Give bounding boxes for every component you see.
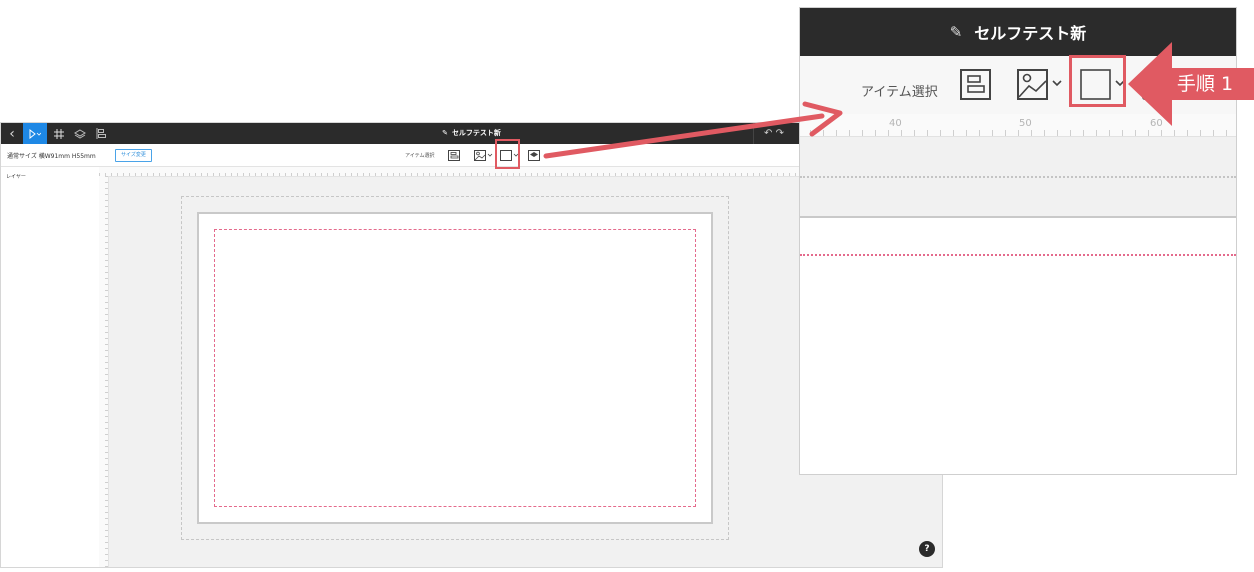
item-select-label: アイテム選択 bbox=[405, 153, 435, 159]
size-label: 通常サイズ 横W91mm H55mm bbox=[7, 153, 96, 160]
ruler-left bbox=[99, 176, 109, 567]
pencil-icon: ✎ bbox=[442, 129, 448, 137]
editor-title-text: セルフテスト新 bbox=[451, 129, 501, 137]
zoom-shape-tool-highlight bbox=[1069, 55, 1126, 107]
help-button[interactable]: ? bbox=[919, 541, 935, 557]
image-tool-icon[interactable] bbox=[1017, 69, 1065, 100]
ruler-tick-label: 50 bbox=[1019, 118, 1032, 129]
safe-area-guide bbox=[214, 229, 696, 507]
undo-redo-icons[interactable]: ↶ ↷ bbox=[753, 123, 794, 144]
background-tool-icon[interactable] bbox=[528, 149, 540, 161]
zoom-item-select-label: アイテム選択 bbox=[861, 85, 938, 100]
zoom-safe-guide bbox=[800, 254, 1236, 256]
frame-tool-icon[interactable] bbox=[448, 149, 460, 161]
size-change-button[interactable]: サイズ変更 bbox=[115, 149, 152, 162]
frame-tool-icon[interactable] bbox=[960, 69, 991, 100]
zoom-title: セルフテスト新 bbox=[974, 24, 1087, 43]
image-tool-icon[interactable] bbox=[474, 149, 493, 161]
shape-tool-highlight bbox=[495, 139, 520, 169]
layer-label: レイヤー bbox=[6, 174, 26, 180]
ruler-tick-label: 40 bbox=[889, 118, 902, 129]
zoom-bleed-guide bbox=[800, 176, 1236, 178]
pencil-icon: ✎ bbox=[949, 23, 963, 41]
layer-panel: レイヤー bbox=[1, 167, 100, 567]
step-label: 手順 1 bbox=[1176, 73, 1234, 95]
